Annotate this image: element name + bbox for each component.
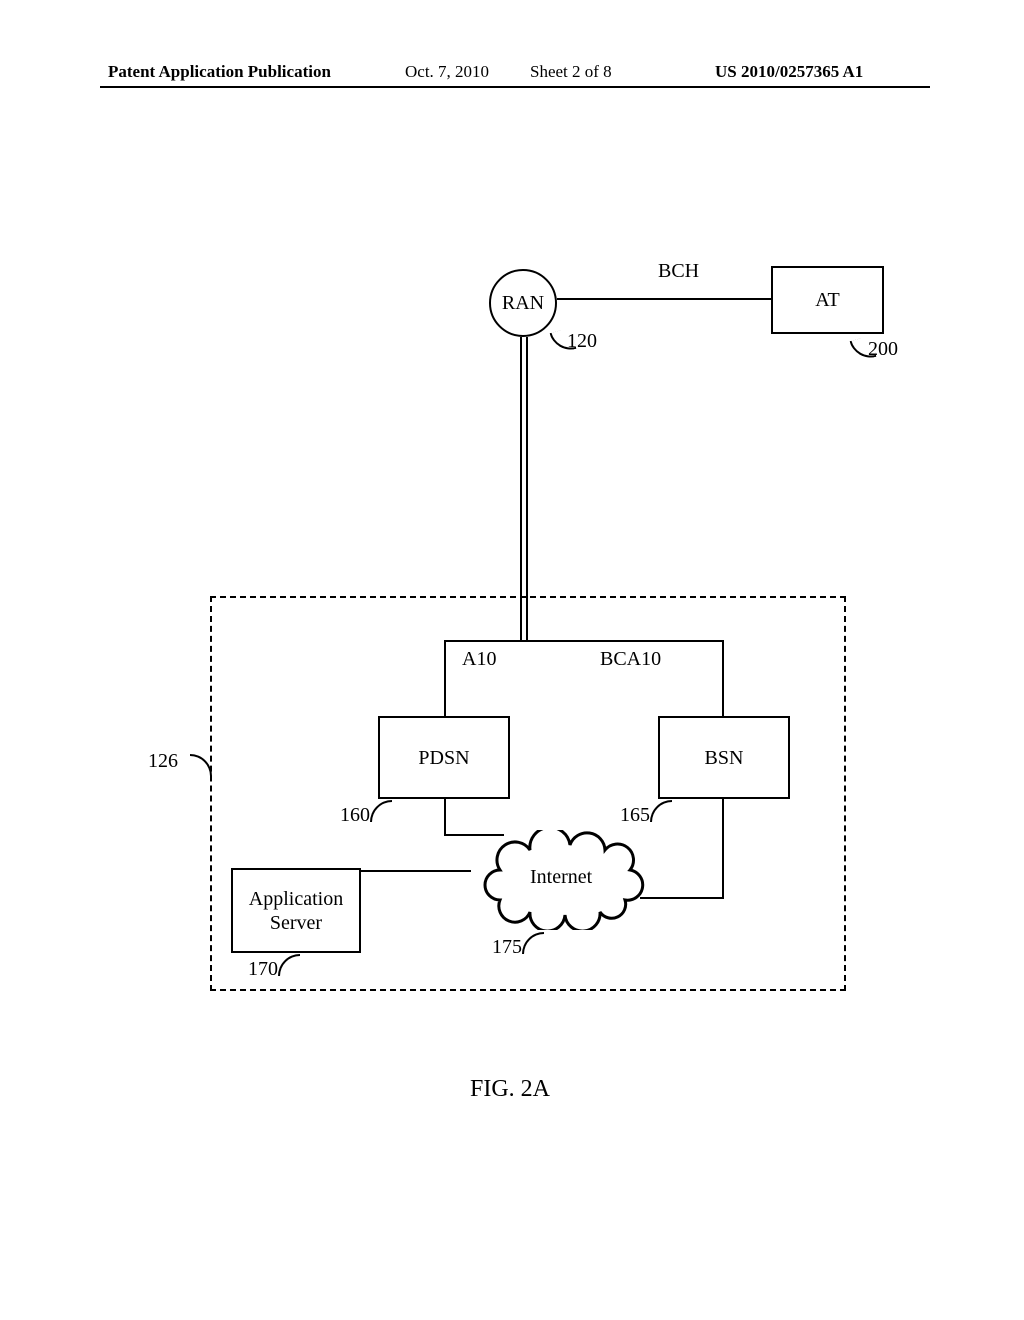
link-bsn-internet-h bbox=[640, 897, 724, 899]
link-pdsn-internet-v bbox=[444, 799, 446, 834]
figure-caption: FIG. 2A bbox=[470, 1076, 550, 1103]
link-to-pdsn bbox=[444, 640, 446, 716]
header-date: Oct. 7, 2010 bbox=[405, 62, 489, 82]
link-to-bsn bbox=[722, 640, 724, 716]
link-label-bch: BCH bbox=[658, 260, 699, 283]
header-sheet: Sheet 2 of 8 bbox=[530, 62, 612, 82]
node-pdsn-label: PDSN bbox=[418, 746, 469, 770]
link-ran-down-b bbox=[526, 337, 528, 640]
header-pubno: US 2010/0257365 A1 bbox=[715, 62, 863, 82]
link-appserver-internet bbox=[361, 870, 471, 872]
node-appserver-label: Application Server bbox=[249, 887, 343, 935]
header-rule bbox=[100, 86, 930, 88]
ref-carrier-box: 126 bbox=[148, 750, 178, 773]
link-bsn-internet-v bbox=[722, 799, 724, 899]
link-label-bca10: BCA10 bbox=[600, 648, 661, 671]
link-label-a10: A10 bbox=[462, 648, 496, 671]
ref-pdsn: 160 bbox=[340, 804, 370, 827]
node-appserver: Application Server bbox=[231, 868, 361, 953]
header-publication: Patent Application Publication bbox=[108, 62, 331, 82]
node-at-label: AT bbox=[815, 288, 839, 312]
ref-appserver: 170 bbox=[248, 958, 278, 981]
link-split-top bbox=[444, 640, 724, 642]
node-ran-label: RAN bbox=[502, 292, 544, 315]
node-at: AT bbox=[771, 266, 884, 334]
node-internet-label: Internet bbox=[530, 866, 592, 889]
link-ran-down bbox=[520, 337, 522, 640]
ref-internet: 175 bbox=[492, 936, 522, 959]
ref-bsn: 165 bbox=[620, 804, 650, 827]
node-ran: RAN bbox=[489, 269, 557, 337]
node-bsn-label: BSN bbox=[705, 746, 744, 770]
node-bsn: BSN bbox=[658, 716, 790, 799]
ref-hook-carrier-box bbox=[190, 754, 212, 776]
link-ran-at bbox=[557, 298, 771, 300]
node-pdsn: PDSN bbox=[378, 716, 510, 799]
